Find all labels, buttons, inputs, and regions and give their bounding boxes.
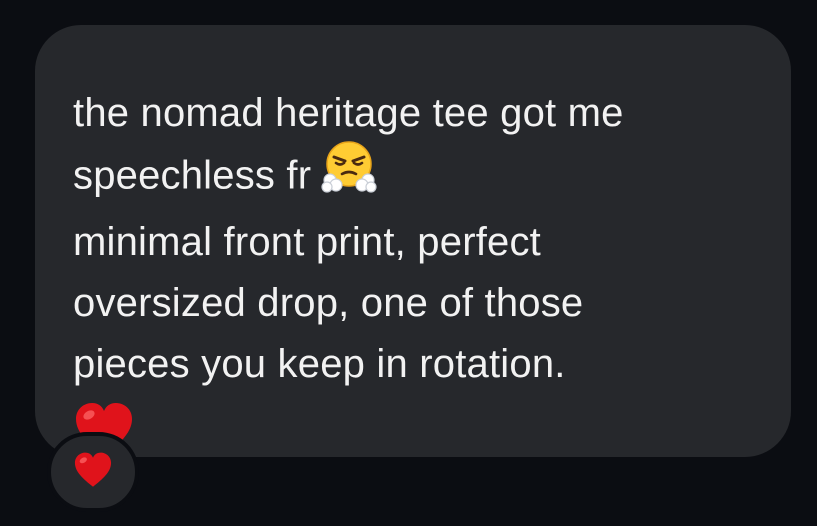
message-line-2: speechless fr xyxy=(73,141,761,212)
message-line-4: oversized drop, one of those xyxy=(73,281,584,325)
message-line-5: pieces you keep in rotation. xyxy=(73,342,566,386)
message-line-1: the nomad heritage tee got me xyxy=(73,91,624,135)
face-with-steam-from-nose-icon xyxy=(321,138,377,212)
red-heart-icon xyxy=(73,451,113,494)
message-bubble[interactable]: the nomad heritage tee got me speechless… xyxy=(35,25,791,457)
red-heart-icon xyxy=(73,401,761,461)
heart-reaction-badge[interactable] xyxy=(47,432,139,512)
message-line-2-text: speechless fr xyxy=(73,153,312,198)
message-line-3: minimal front print, perfect xyxy=(73,220,541,264)
